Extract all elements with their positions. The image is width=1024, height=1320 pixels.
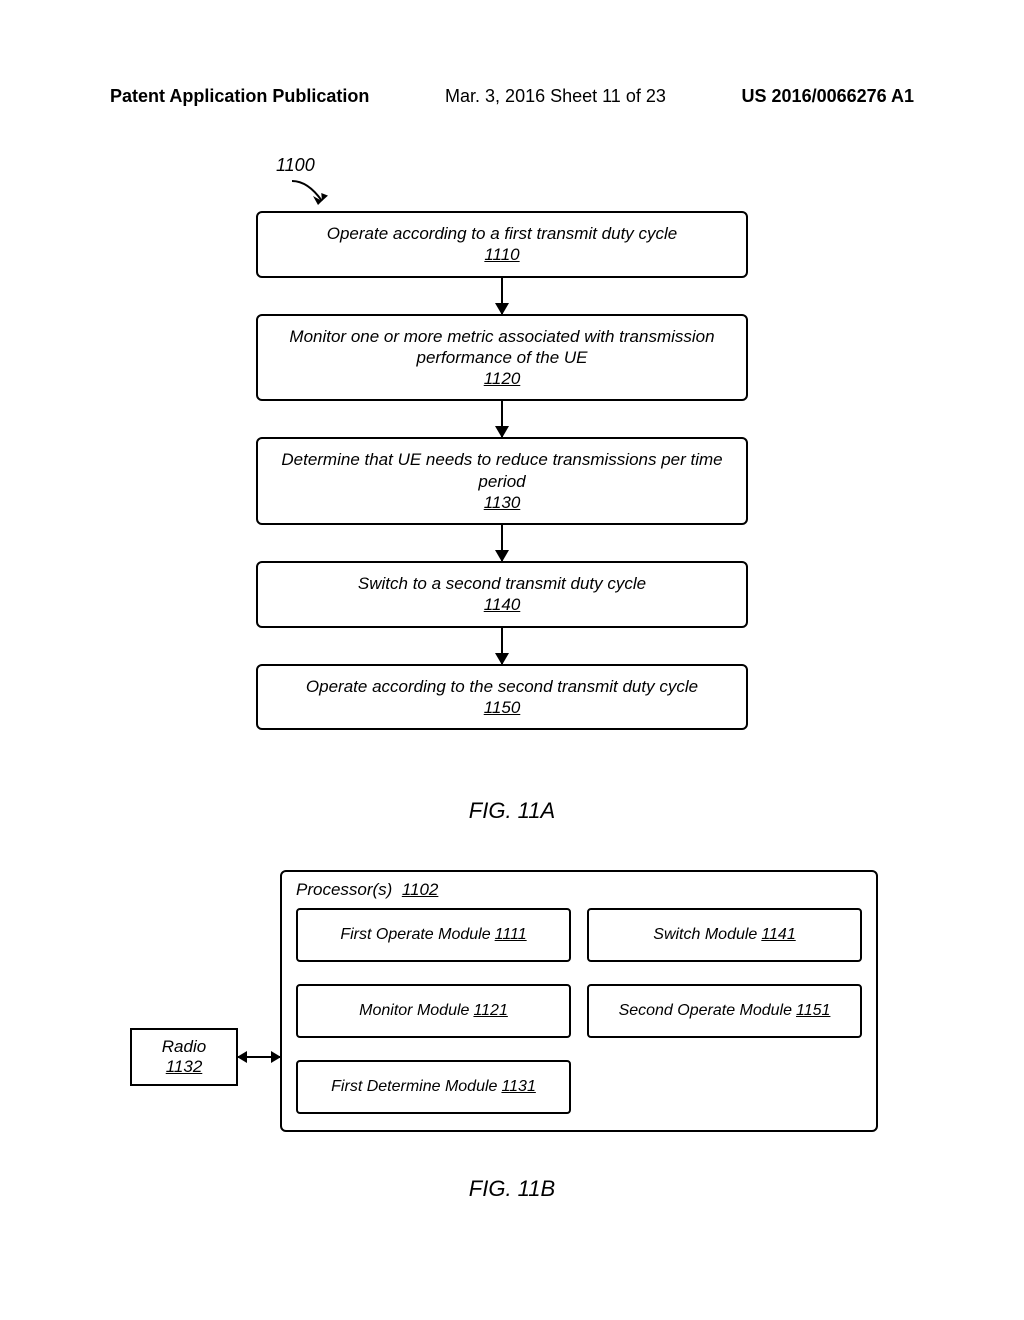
module-number: 1141	[761, 926, 795, 944]
flow-arrow	[256, 401, 748, 437]
bidir-arrow-icon	[238, 1056, 280, 1058]
step-number: 1140	[484, 595, 521, 614]
module-label: Second Operate Module	[619, 1002, 792, 1020]
processor-block: Processor(s) 1102 First Operate Module 1…	[280, 870, 878, 1132]
pub-label: Patent Application Publication	[110, 86, 369, 107]
step-number: 1120	[484, 369, 521, 388]
processor-label: Processor(s) 1102	[296, 880, 862, 900]
figure-label-11a: FIG. 11A	[0, 798, 1024, 824]
step-number: 1110	[484, 245, 519, 264]
flow-arrow	[256, 525, 748, 561]
block-diagram-11b: Radio 1132 Processor(s) 1102 First Opera…	[130, 870, 878, 1150]
flow-step-1120: Monitor one or more metric associated wi…	[256, 314, 748, 402]
processor-number: 1102	[402, 880, 439, 899]
down-arrow-icon	[501, 628, 503, 664]
step-text: Monitor one or more metric associated wi…	[289, 327, 714, 367]
ref-number-1100: 1100	[276, 155, 315, 176]
module-switch: Switch Module 1141	[587, 908, 862, 962]
ref-leader-arrow-icon	[288, 179, 332, 215]
flow-arrow	[256, 278, 748, 314]
flow-step-1110: Operate according to a first transmit du…	[256, 211, 748, 278]
module-first-operate: First Operate Module 1111	[296, 908, 571, 962]
flow-arrow	[256, 628, 748, 664]
page-header: Patent Application Publication Mar. 3, 2…	[0, 86, 1024, 107]
flow-step-1140: Switch to a second transmit duty cycle 1…	[256, 561, 748, 628]
module-monitor: Monitor Module 1121	[296, 984, 571, 1038]
pub-date-sheet: Mar. 3, 2016 Sheet 11 of 23	[445, 86, 666, 107]
flowchart-1100: 1100 Operate according to a first transm…	[256, 165, 748, 730]
module-second-operate: Second Operate Module 1151	[587, 984, 862, 1038]
step-text: Determine that UE needs to reduce transm…	[281, 450, 722, 490]
radio-label: Radio	[162, 1037, 206, 1057]
module-label: Switch Module	[653, 926, 757, 944]
processor-label-text: Processor(s)	[296, 880, 392, 899]
pub-number: US 2016/0066276 A1	[742, 86, 914, 107]
step-text: Operate according to the second transmit…	[306, 677, 698, 696]
flow-step-1150: Operate according to the second transmit…	[256, 664, 748, 731]
radio-block: Radio 1132	[130, 1028, 238, 1086]
down-arrow-icon	[501, 278, 503, 314]
down-arrow-icon	[501, 401, 503, 437]
module-number: 1111	[495, 926, 527, 944]
module-label: First Operate Module	[340, 926, 490, 944]
step-number: 1130	[484, 493, 521, 512]
module-number: 1151	[796, 1002, 830, 1020]
module-label: Monitor Module	[359, 1002, 469, 1020]
step-text: Operate according to a first transmit du…	[327, 224, 678, 243]
radio-number: 1132	[166, 1057, 203, 1077]
flow-step-1130: Determine that UE needs to reduce transm…	[256, 437, 748, 525]
figure-label-11b: FIG. 11B	[0, 1176, 1024, 1202]
module-number: 1121	[473, 1002, 507, 1020]
step-text: Switch to a second transmit duty cycle	[358, 574, 646, 593]
module-first-determine: First Determine Module 1131	[296, 1060, 571, 1114]
module-label: First Determine Module	[331, 1078, 497, 1096]
module-number: 1131	[501, 1078, 535, 1096]
step-number: 1150	[484, 698, 521, 717]
down-arrow-icon	[501, 525, 503, 561]
